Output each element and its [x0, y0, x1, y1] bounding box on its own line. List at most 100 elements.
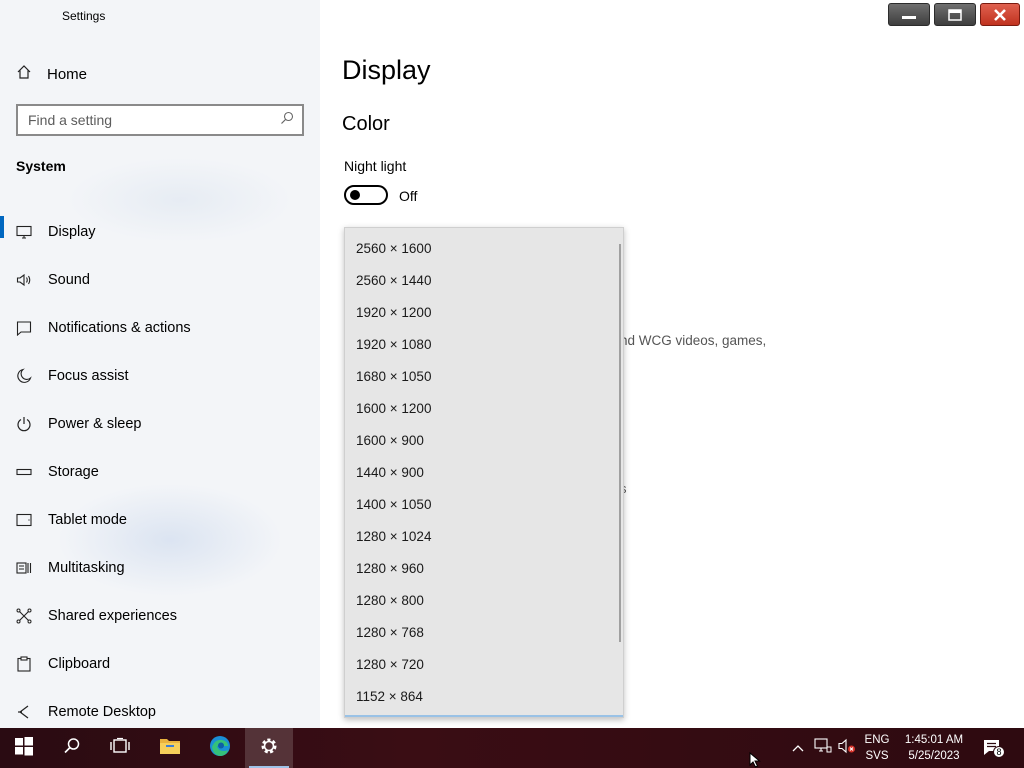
minimize-button[interactable]: [888, 3, 930, 26]
search-icon[interactable]: [280, 111, 294, 130]
notification-count-badge: 8: [993, 746, 1005, 758]
clipboard-icon: [16, 656, 32, 672]
task-view-icon: [110, 737, 130, 760]
sidebar-item-sound[interactable]: Sound: [0, 256, 320, 304]
minimize-icon: [901, 10, 917, 20]
sidebar-item-label: Display: [48, 224, 96, 240]
sidebar-item-multitasking[interactable]: Multitasking: [0, 544, 320, 592]
resolution-option[interactable]: 1280 × 720: [345, 648, 617, 680]
file-explorer-icon: [159, 737, 181, 760]
taskbar-clock[interactable]: 1:45:01 AM 5/25/2023: [896, 732, 972, 764]
night-light-label: Night light: [344, 158, 407, 174]
sidebar-item-label: Tablet mode: [48, 512, 127, 528]
dropdown-scrollbar[interactable]: [619, 244, 621, 642]
sidebar-item-label: Clipboard: [48, 656, 111, 672]
search-icon: [63, 737, 81, 760]
sidebar-item-label: Notifications & actions: [48, 320, 191, 336]
settings-sidebar: Settings Home System Display Sound Notif…: [0, 0, 320, 728]
network-button[interactable]: [812, 728, 834, 768]
sidebar-item-power-sleep[interactable]: Power & sleep: [0, 400, 320, 448]
nav-list: Display Sound Notifications & actions Fo…: [0, 208, 320, 736]
close-button[interactable]: [980, 3, 1020, 26]
network-icon: [814, 737, 832, 759]
search-input[interactable]: [28, 112, 280, 128]
notification-center-icon: 8: [982, 738, 1005, 758]
sidebar-item-label: Multitasking: [48, 560, 125, 576]
notification-icon: [16, 320, 32, 336]
sidebar-item-display[interactable]: Display: [0, 208, 320, 256]
resolution-option[interactable]: 1280 × 1024: [345, 520, 617, 552]
sidebar-item-clipboard[interactable]: Clipboard: [0, 640, 320, 688]
sidebar-item-storage[interactable]: Storage: [0, 448, 320, 496]
resolution-option[interactable]: 1600 × 1200: [345, 392, 617, 424]
power-icon: [16, 416, 32, 432]
file-explorer-button[interactable]: [146, 728, 194, 768]
page-title: Display: [342, 55, 431, 85]
resolution-option[interactable]: 1680 × 1050: [345, 360, 617, 392]
edge-icon: [209, 735, 231, 762]
dropdown-bottom-border: [345, 715, 623, 717]
sidebar-item-shared-experiences[interactable]: Shared experiences: [0, 592, 320, 640]
clock-date: 5/25/2023: [908, 750, 960, 762]
search-box[interactable]: [16, 104, 304, 136]
resolution-option[interactable]: 2560 × 1440: [345, 264, 617, 296]
mouse-cursor: [749, 751, 761, 768]
taskbar-search-button[interactable]: [48, 728, 96, 768]
sidebar-item-label: Focus assist: [48, 368, 129, 384]
chevron-up-icon: [792, 739, 804, 757]
sidebar-item-focus-assist[interactable]: Focus assist: [0, 352, 320, 400]
resolution-option[interactable]: 1280 × 800: [345, 584, 617, 616]
resolution-option[interactable]: 1440 × 900: [345, 456, 617, 488]
resolution-option[interactable]: 2560 × 1600: [345, 232, 617, 264]
show-hidden-icons-button[interactable]: [789, 728, 807, 768]
volume-button[interactable]: [836, 728, 858, 768]
resolution-option[interactable]: 1152 × 864: [345, 680, 617, 712]
shared-icon: [16, 608, 32, 624]
task-view-button[interactable]: [96, 728, 144, 768]
start-icon: [14, 736, 34, 761]
nav-home-label: Home: [47, 65, 88, 83]
multitasking-icon: [16, 560, 32, 576]
maximize-icon: [948, 8, 962, 21]
clock-time: 1:45:01 AM: [904, 734, 964, 746]
action-center-button[interactable]: 8: [980, 728, 1006, 768]
close-icon: [993, 8, 1007, 21]
sidebar-item-label: Storage: [48, 464, 99, 480]
start-button[interactable]: [0, 728, 48, 768]
sidebar-item-label: Power & sleep: [48, 416, 142, 432]
resolution-option[interactable]: 1280 × 960: [345, 552, 617, 584]
resolution-option[interactable]: 1920 × 1080: [345, 328, 617, 360]
storage-icon: [16, 464, 32, 480]
language-code: ENG: [864, 734, 890, 746]
sidebar-item-label: Sound: [48, 272, 90, 288]
sidebar-item-label: Shared experiences: [48, 608, 177, 624]
settings-taskbar-button[interactable]: [245, 728, 293, 768]
volume-muted-icon: [838, 738, 856, 759]
edge-button[interactable]: [196, 728, 244, 768]
resolution-dropdown[interactable]: 2560 × 1600 2560 × 1440 1920 × 1200 1920…: [344, 227, 624, 718]
window-title: Settings: [62, 9, 106, 23]
input-language-indicator[interactable]: ENG SVS: [862, 732, 892, 764]
settings-icon: [259, 736, 279, 761]
resolution-option[interactable]: 1600 × 900: [345, 424, 617, 456]
sidebar-item-tablet-mode[interactable]: Tablet mode: [0, 496, 320, 544]
window-controls: [888, 3, 1020, 26]
nav-home[interactable]: Home: [16, 62, 87, 86]
resolution-option[interactable]: 1920 × 1200: [345, 296, 617, 328]
home-icon: [16, 64, 32, 84]
speaker-icon: [16, 272, 32, 288]
keyboard-layout: SVS: [865, 750, 889, 762]
night-light-toggle[interactable]: [344, 185, 388, 205]
moon-icon: [16, 368, 32, 384]
section-title-system: System: [16, 158, 66, 174]
color-heading: Color: [342, 113, 390, 135]
sidebar-item-label: Remote Desktop: [48, 704, 156, 720]
sidebar-item-notifications[interactable]: Notifications & actions: [0, 304, 320, 352]
taskbar: ENG SVS 1:45:01 AM 5/25/2023 8: [0, 728, 1024, 768]
night-light-state: Off: [399, 188, 418, 204]
maximize-button[interactable]: [934, 3, 976, 26]
remote-desktop-icon: [16, 704, 32, 720]
tablet-icon: [16, 512, 32, 528]
resolution-option[interactable]: 1400 × 1050: [345, 488, 617, 520]
resolution-option[interactable]: 1280 × 768: [345, 616, 617, 648]
